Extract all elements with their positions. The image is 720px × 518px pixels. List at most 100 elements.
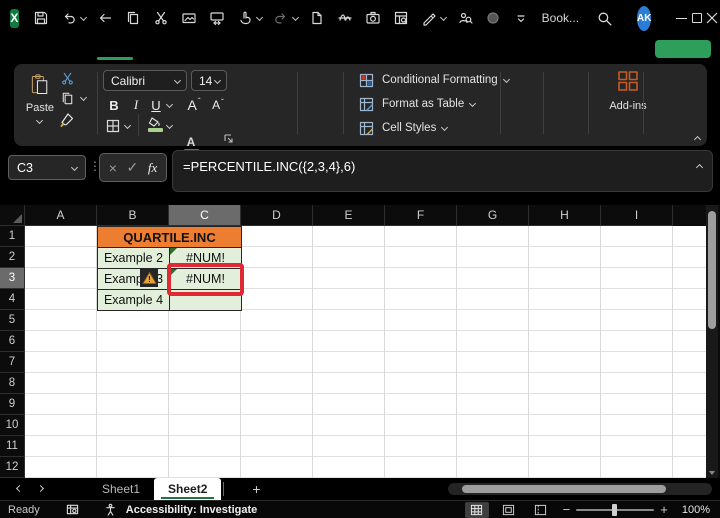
row-header-6[interactable]: 6 xyxy=(0,331,25,352)
row-header-1[interactable]: 1 xyxy=(0,226,25,247)
chevron-down-icon[interactable] xyxy=(166,122,174,130)
row-header-5[interactable]: 5 xyxy=(0,310,25,331)
italic-button[interactable]: I xyxy=(126,95,146,115)
row-header-12[interactable]: 12 xyxy=(0,457,25,478)
chevron-down-icon[interactable] xyxy=(166,101,174,109)
zoom-slider-thumb[interactable] xyxy=(612,503,618,516)
row-header-7[interactable]: 7 xyxy=(0,352,25,373)
add-sheet-button[interactable]: + xyxy=(252,481,260,497)
format-as-table-button[interactable]: Format as Table xyxy=(355,94,477,114)
paste-picture-button[interactable] xyxy=(176,4,202,32)
record-button[interactable] xyxy=(480,4,506,32)
formula-bar-expand-icon[interactable] xyxy=(696,162,704,170)
column-header-C[interactable]: C xyxy=(169,205,241,226)
enter-button[interactable]: ✓ xyxy=(127,159,139,176)
insert-function-button[interactable]: fx xyxy=(148,160,157,176)
underline-button[interactable]: U xyxy=(146,95,166,115)
people-search-button[interactable] xyxy=(452,4,478,32)
select-all-button[interactable] xyxy=(0,205,25,226)
collapse-ribbon-icon[interactable] xyxy=(694,134,702,142)
row-header-4[interactable]: 4 xyxy=(0,289,25,310)
row-header-2[interactable]: 2 xyxy=(0,247,25,268)
macro-record-icon[interactable] xyxy=(62,498,84,518)
redo-button[interactable] xyxy=(268,4,302,32)
group-divider xyxy=(588,72,589,134)
fill-color-button[interactable] xyxy=(144,114,166,134)
window-close-button[interactable] xyxy=(704,3,720,33)
cell-styles-icon xyxy=(355,116,377,140)
column-header-G[interactable]: G xyxy=(457,205,529,226)
new-file-button[interactable] xyxy=(304,4,330,32)
cell-B4[interactable]: Example 4 xyxy=(97,289,170,311)
cut-button[interactable] xyxy=(148,4,174,32)
camera-button[interactable] xyxy=(360,4,386,32)
column-header-I[interactable]: I xyxy=(601,205,673,226)
vertical-scrollbar[interactable] xyxy=(706,205,718,478)
grow-font-button[interactable]: Aˆ xyxy=(184,95,204,115)
format-painter-button[interactable] xyxy=(56,110,78,130)
row-header-8[interactable]: 8 xyxy=(0,373,25,394)
zoom-out-button[interactable]: − xyxy=(563,502,571,517)
horizontal-scrollbar-thumb[interactable] xyxy=(462,485,666,493)
avatar[interactable]: AK xyxy=(637,5,652,31)
back-button[interactable] xyxy=(92,4,118,32)
draw-pen-button[interactable] xyxy=(416,4,450,32)
page-break-view-button[interactable] xyxy=(529,502,553,518)
cell-B3[interactable]: Example 3 xyxy=(97,268,170,290)
row-header-9[interactable]: 9 xyxy=(0,394,25,415)
edit-text-button[interactable] xyxy=(332,4,358,32)
row-header-10[interactable]: 10 xyxy=(0,415,25,436)
paste-button[interactable]: Paste xyxy=(20,70,60,136)
cell-styles-button[interactable]: Cell Styles xyxy=(355,118,449,138)
cut-button[interactable] xyxy=(56,68,78,88)
print-preview-button[interactable] xyxy=(388,4,414,32)
column-header-F[interactable]: F xyxy=(385,205,457,226)
formula-input[interactable]: =PERCENTILE.INC({2,3,4},6) xyxy=(172,150,713,192)
undo-button[interactable] xyxy=(56,4,90,32)
search-icon[interactable] xyxy=(593,6,615,30)
qat-overflow-button[interactable] xyxy=(508,4,534,32)
borders-button[interactable] xyxy=(102,116,124,136)
addins-button[interactable]: Add-ins xyxy=(599,68,657,134)
name-box[interactable]: C3 xyxy=(8,155,86,180)
next-sheet-icon[interactable] xyxy=(38,485,46,493)
column-header-B[interactable]: B xyxy=(97,205,169,226)
page-layout-view-button[interactable] xyxy=(497,502,521,518)
row-header-11[interactable]: 11 xyxy=(0,436,25,457)
save-button[interactable] xyxy=(28,4,54,32)
row-header-3[interactable]: 3 xyxy=(0,268,25,289)
chevron-down-icon[interactable] xyxy=(124,122,132,130)
column-header-H[interactable]: H xyxy=(529,205,601,226)
column-header-E[interactable]: E xyxy=(313,205,385,226)
horizontal-scrollbar[interactable] xyxy=(448,483,712,495)
bold-button[interactable]: B xyxy=(104,95,124,115)
share-button[interactable] xyxy=(655,40,711,58)
vertical-scrollbar-thumb[interactable] xyxy=(708,211,716,329)
cell-B1[interactable]: QUARTILE.INC xyxy=(97,226,242,248)
cancel-button[interactable]: × xyxy=(109,160,117,176)
previous-sheet-icon[interactable] xyxy=(14,485,22,493)
column-header-A[interactable]: A xyxy=(25,205,97,226)
zoom-in-button[interactable]: + xyxy=(660,502,668,517)
font-size-select[interactable]: 14 xyxy=(191,70,227,91)
shrink-font-button[interactable]: Aˇ xyxy=(208,95,228,115)
accessibility-status[interactable]: Accessibility: Investigate xyxy=(100,498,257,518)
dialog-launcher-icon[interactable] xyxy=(222,132,234,144)
zoom-level[interactable]: 100% xyxy=(682,504,710,516)
copy-button[interactable] xyxy=(56,88,78,108)
scroll-down-arrow-icon[interactable] xyxy=(709,471,715,475)
copy-button[interactable] xyxy=(120,4,146,32)
touch-mode-button[interactable] xyxy=(232,4,266,32)
zoom-slider[interactable] xyxy=(576,503,655,516)
window-minimize-button[interactable] xyxy=(673,3,689,33)
column-header-D[interactable]: D xyxy=(241,205,313,226)
find-replace-button[interactable] xyxy=(204,4,230,32)
conditional-formatting-button[interactable]: Conditional Formatting xyxy=(355,70,511,90)
touch-mode-icon xyxy=(234,6,256,30)
window-maximize-button[interactable] xyxy=(689,3,705,33)
error-options-button[interactable]: ! xyxy=(140,268,158,287)
cell-B2[interactable]: Example 2 xyxy=(97,247,170,269)
chevron-down-icon[interactable] xyxy=(80,94,88,102)
font-name-select[interactable]: Calibri xyxy=(103,70,187,91)
normal-view-button[interactable] xyxy=(464,501,489,518)
